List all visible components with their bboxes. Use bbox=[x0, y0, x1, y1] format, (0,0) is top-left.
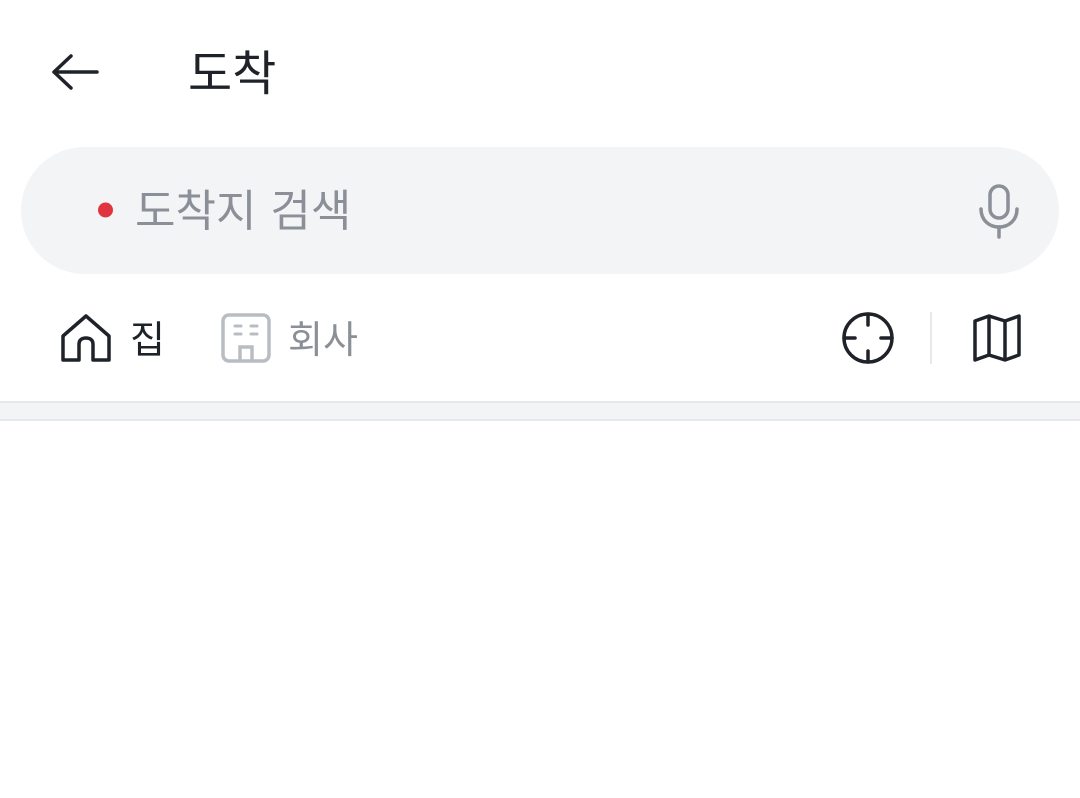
voice-search-button[interactable] bbox=[969, 181, 1029, 245]
home-icon bbox=[58, 312, 114, 368]
company-label: 회사 bbox=[288, 318, 358, 362]
home-shortcut[interactable]: 집 bbox=[58, 308, 165, 372]
building-icon bbox=[220, 312, 272, 368]
map-icon bbox=[971, 313, 1023, 367]
home-label: 집 bbox=[130, 318, 165, 362]
microphone-icon bbox=[977, 183, 1021, 243]
back-button[interactable] bbox=[44, 46, 104, 102]
section-divider bbox=[0, 401, 1080, 421]
header: 도착 bbox=[0, 0, 1080, 148]
search-input[interactable] bbox=[135, 181, 915, 241]
search-bar[interactable] bbox=[21, 147, 1059, 274]
current-location-button[interactable] bbox=[836, 308, 900, 372]
map-select-button[interactable] bbox=[966, 308, 1028, 372]
vertical-divider bbox=[930, 312, 932, 364]
page-title: 도착 bbox=[188, 46, 277, 102]
shortcut-bar: 집 회사 bbox=[0, 290, 1080, 390]
company-shortcut[interactable]: 회사 bbox=[220, 308, 358, 372]
destination-dot bbox=[98, 202, 113, 218]
crosshair-icon bbox=[840, 310, 896, 370]
arrow-left-icon bbox=[49, 52, 99, 96]
